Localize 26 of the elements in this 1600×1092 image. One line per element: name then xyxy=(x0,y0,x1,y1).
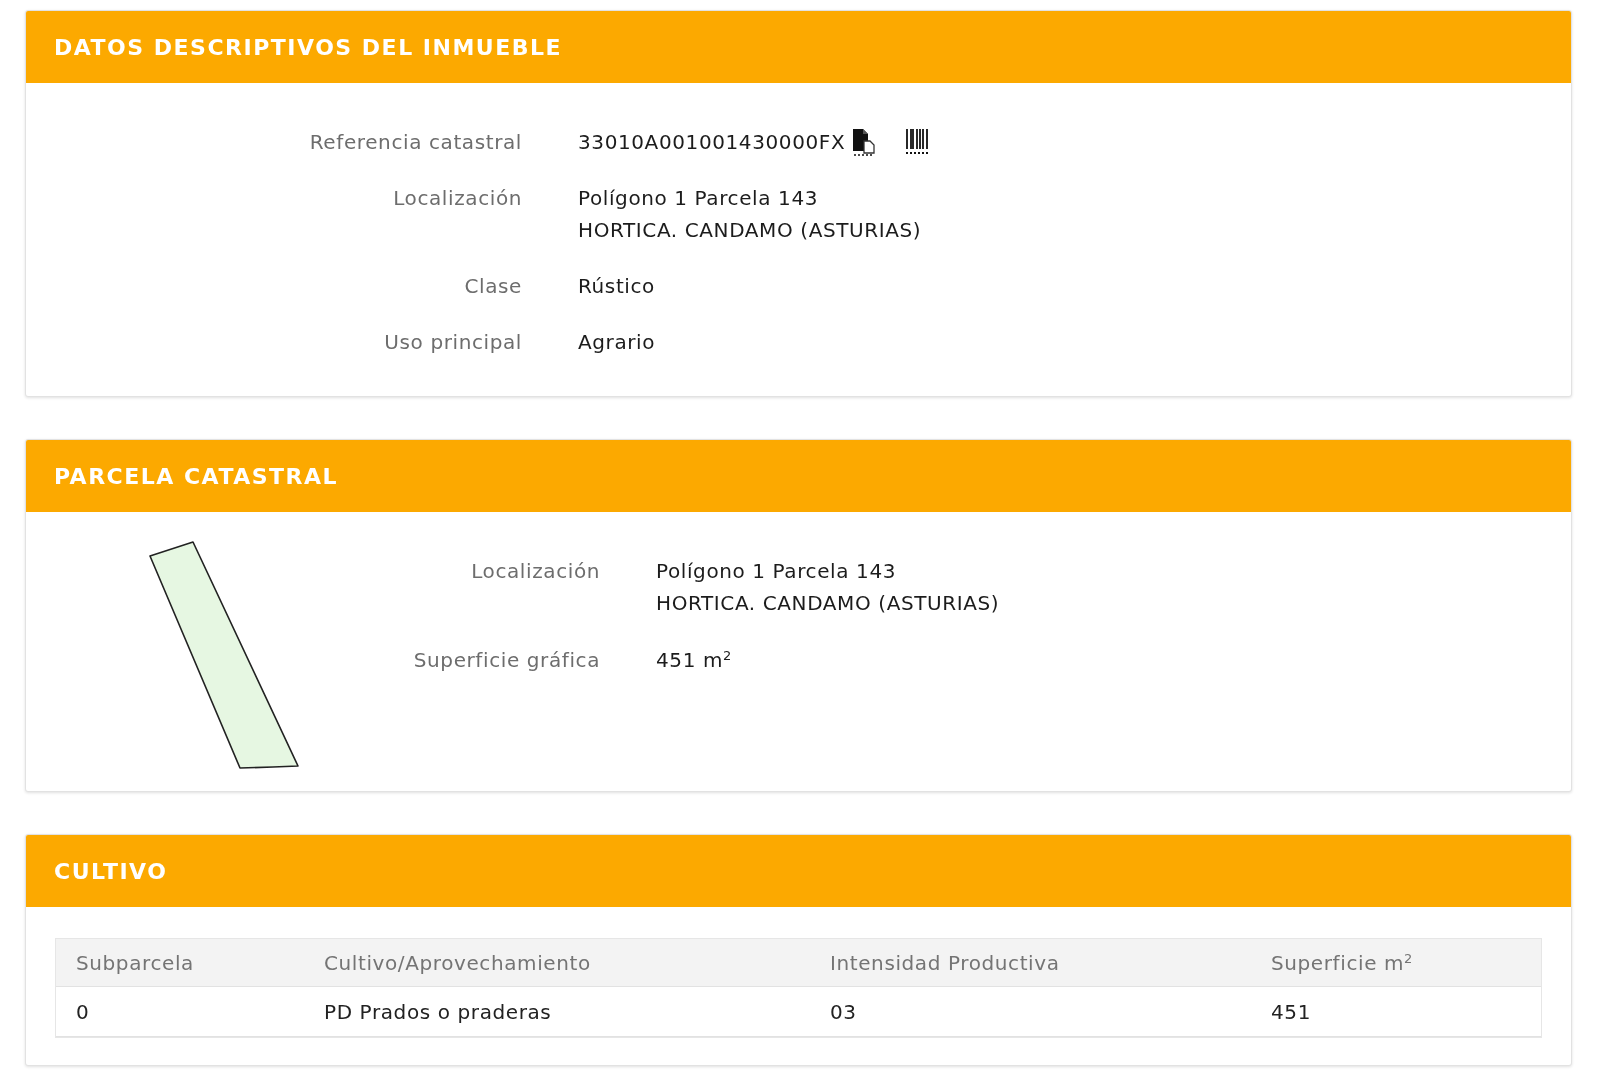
field-value: Polígono 1 Parcela 143 xyxy=(578,185,820,212)
field-label: Localización xyxy=(392,185,522,212)
field-label: Localización xyxy=(470,558,600,585)
field-value: Rústico xyxy=(578,273,656,300)
section-title: CULTIVO xyxy=(54,858,168,884)
table-cell-text: 0 xyxy=(76,999,91,1024)
field-value: HORTICA. CANDAMO (ASTURIAS) xyxy=(656,590,1000,617)
field-value: 451 m$^{2}$ xyxy=(656,646,733,674)
section-title: DATOS DESCRIPTIVOS DEL INMUEBLE xyxy=(54,34,563,60)
table-cell-text: PD Prados o praderas xyxy=(324,999,553,1024)
field-value: Polígono 1 Parcela 143 xyxy=(656,558,898,585)
field-value: Agrario xyxy=(578,329,657,356)
field-label: Clase xyxy=(463,273,522,300)
field-value: 33010A001001430000FX xyxy=(578,129,846,156)
field-label: Uso principal xyxy=(383,329,522,356)
documents-icon[interactable] xyxy=(851,128,878,156)
field-label: Referencia catastral xyxy=(308,129,522,156)
field-label: Superficie gráfica xyxy=(412,647,600,674)
column-header: Subparcela xyxy=(76,950,195,975)
column-header: Superficie m$^{2}$ xyxy=(1271,950,1414,975)
field-value: HORTICA. CANDAMO (ASTURIAS) xyxy=(578,217,923,244)
column-header: Cultivo/Aprovechamiento xyxy=(324,950,592,975)
section-title: PARCELA CATASTRAL xyxy=(54,463,339,489)
table-cell-text: 451 xyxy=(1271,999,1312,1024)
column-header: Intensidad Productiva xyxy=(830,950,1061,975)
table-cell-text: 03 xyxy=(830,999,858,1024)
